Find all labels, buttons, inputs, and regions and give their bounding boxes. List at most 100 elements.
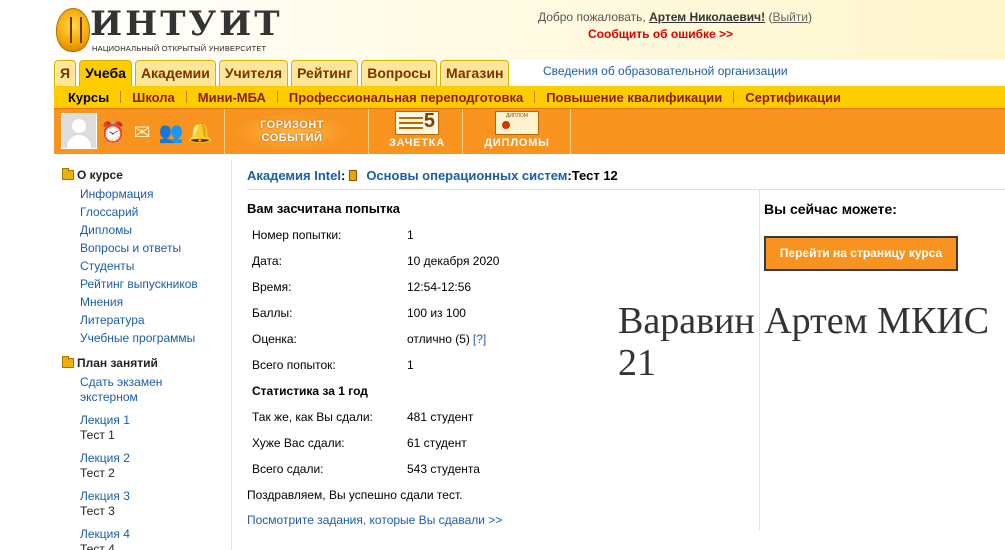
go-to-course-button[interactable]: Перейти на страницу курса: [764, 236, 958, 271]
stats-value: 481 студент: [407, 410, 474, 424]
lecture-link[interactable]: Лекция 3: [80, 489, 232, 504]
subnav-courses[interactable]: Курсы: [68, 90, 120, 105]
test-link[interactable]: Тест 3: [80, 504, 232, 519]
record-book-mark: 5: [423, 110, 435, 132]
subnav-mini-mba[interactable]: Мини-МБА: [187, 90, 277, 105]
subnav-qualification[interactable]: Повышение квалификации: [535, 90, 733, 105]
diplomas-button[interactable]: ДИПЛОМЫ: [474, 111, 560, 153]
tab-teachers[interactable]: Учителя: [218, 60, 289, 86]
lecture-item: Лекция 2 Тест 2: [80, 451, 232, 481]
sidebar-divider: [231, 160, 232, 550]
result-label: Всего попыток:: [252, 358, 336, 372]
envelope-icon[interactable]: ✉: [129, 119, 155, 145]
sub-navigation: Курсы Школа Мини-МБА Профессиональная пе…: [54, 86, 1005, 108]
breadcrumb-separator: :: [340, 168, 346, 183]
record-book-label: ЗАЧЕТКА: [388, 137, 446, 149]
logout-link[interactable]: Выйти: [772, 10, 808, 24]
stats-row: Так же, как Вы сдали: 481 студент: [247, 404, 727, 430]
test-link[interactable]: Тест 4: [80, 542, 232, 550]
edu-info-link[interactable]: Сведения об образовательной организации: [543, 64, 788, 78]
grade-hint-link[interactable]: [?]: [473, 332, 486, 346]
test-link[interactable]: Тест 1: [80, 428, 232, 443]
stats-row: Всего сдали: 543 студента: [247, 456, 727, 482]
horizon-line-1: ГОРИЗОНТ: [260, 119, 324, 131]
people-icon[interactable]: 👥: [158, 119, 184, 145]
logo-subtitle: НАЦИОНАЛЬНЫЙ ОТКРЫТЫЙ УНИВЕРСИТЕТ: [92, 44, 267, 53]
result-value: 12:54-12:56: [407, 280, 472, 294]
tab-academies[interactable]: Академии: [134, 60, 216, 86]
result-label: Номер попытки:: [252, 228, 342, 242]
logo-title: ИНТУИТ: [90, 4, 283, 44]
result-value: 10 декабря 2020: [407, 254, 500, 268]
sidebar-item-students[interactable]: Студенты: [80, 257, 232, 275]
result-row: Дата: 10 декабря 2020: [247, 248, 727, 274]
exam-line-2: экстерном: [80, 390, 138, 404]
toolbar-divider: [462, 109, 463, 155]
about-course-heading[interactable]: О курсе: [62, 168, 232, 182]
events-horizon-button[interactable]: ГОРИЗОНТ СОБЫТИЙ: [232, 113, 352, 151]
subnav-retraining[interactable]: Профессиональная переподготовка: [278, 90, 534, 105]
lecture-link[interactable]: Лекция 2: [80, 451, 232, 466]
tab-study[interactable]: Учеба: [79, 60, 132, 86]
sidebar-item-glossary[interactable]: Глоссарий: [80, 203, 232, 221]
result-row: Номер попытки: 1: [247, 222, 727, 248]
book-icon: [349, 170, 358, 181]
lecture-link[interactable]: Лекция 4: [80, 527, 232, 542]
sidebar-item-programs[interactable]: Учебные программы: [80, 329, 232, 347]
welcome-prefix: Добро пожаловать,: [537, 10, 650, 24]
sidebar-item-graduates-rating[interactable]: Рейтинг выпускников: [80, 275, 232, 293]
tab-rating[interactable]: Рейтинг: [291, 60, 359, 86]
result-label: Время:: [252, 280, 292, 294]
intuit-logo-icon: [56, 8, 90, 52]
lecture-item: Лекция 4 Тест 4: [80, 527, 232, 550]
welcome-text: Добро пожаловать, Артем Николаевич! (Вый…: [538, 10, 812, 24]
diplomas-label: ДИПЛОМЫ: [484, 137, 550, 149]
tab-shop[interactable]: Магазин: [439, 60, 510, 86]
main-tabs: Я Учеба Академии Учителя Рейтинг Вопросы…: [54, 60, 512, 86]
stats-value: 61 студент: [407, 436, 467, 450]
intuit-logo[interactable]: ИНТУИТ НАЦИОНАЛЬНЫЙ ОТКРЫТЫЙ УНИВЕРСИТЕТ: [56, 4, 286, 54]
breadcrumb-divider: [247, 189, 1005, 190]
exam-line-1: Сдать экзамен: [80, 375, 163, 389]
lesson-plan-heading[interactable]: План занятий: [62, 356, 232, 370]
avatar[interactable]: [61, 113, 97, 149]
tab-questions[interactable]: Вопросы: [361, 60, 437, 86]
congrats-message: Поздравляем, Вы успешно сдали тест.: [247, 488, 463, 502]
sidebar-item-diplomas[interactable]: Дипломы: [80, 221, 232, 239]
alarm-clock-icon[interactable]: ⏰: [100, 119, 126, 145]
lecture-item: Лекция 3 Тест 3: [80, 489, 232, 519]
external-exam-link[interactable]: Сдать экзамен экстерном: [80, 375, 232, 405]
lecture-item: Лекция 1 Тест 1: [80, 413, 232, 443]
record-book-icon: 5: [395, 110, 439, 135]
stats-value: 543 студента: [407, 462, 480, 476]
overlay-student-name: Варавин Артем МКИС 21: [618, 300, 990, 384]
subnav-certifications[interactable]: Сертификации: [734, 90, 852, 105]
folder-icon: [62, 356, 74, 368]
test-link[interactable]: Тест 2: [80, 466, 232, 481]
report-error-link[interactable]: Сообщить об ошибке >>: [588, 27, 733, 41]
record-book-button[interactable]: 5 ЗАЧЕТКА: [381, 110, 453, 153]
sidebar-item-info[interactable]: Информация: [80, 185, 232, 203]
subnav-school[interactable]: Школа: [121, 90, 186, 105]
breadcrumb: Академия Intel: Основы операционных сист…: [247, 168, 618, 183]
actions-title: Вы сейчас можете:: [764, 201, 897, 217]
bell-icon[interactable]: 🔔: [187, 119, 213, 145]
result-label: Дата:: [252, 254, 282, 268]
sidebar-item-opinions[interactable]: Мнения: [80, 293, 232, 311]
tab-me[interactable]: Я: [54, 60, 77, 86]
about-course-title: О курсе: [77, 168, 123, 182]
result-title: Вам засчитана попытка: [247, 201, 400, 216]
user-name-link[interactable]: Артем Николаевич!: [649, 10, 765, 24]
result-row: Время: 12:54-12:56: [247, 274, 727, 300]
user-toolbar: ⏰ ✉ 👥 🔔 ГОРИЗОНТ СОБЫТИЙ 5 ЗАЧЕТКА ДИПЛО…: [54, 108, 1005, 155]
lecture-link[interactable]: Лекция 1: [80, 413, 232, 428]
stats-row: Хуже Вас сдали: 61 студент: [247, 430, 727, 456]
sidebar-item-literature[interactable]: Литература: [80, 311, 232, 329]
toolbar-divider: [368, 109, 369, 155]
breadcrumb-course[interactable]: Основы операционных систем: [366, 168, 567, 183]
view-submitted-tasks-link[interactable]: Посмотрите задания, которые Вы сдавали >…: [247, 513, 502, 527]
lesson-plan-title: План занятий: [77, 356, 158, 370]
breadcrumb-academy[interactable]: Академия Intel: [247, 168, 341, 183]
sidebar-item-qa[interactable]: Вопросы и ответы: [80, 239, 232, 257]
result-value: 1: [407, 228, 414, 242]
